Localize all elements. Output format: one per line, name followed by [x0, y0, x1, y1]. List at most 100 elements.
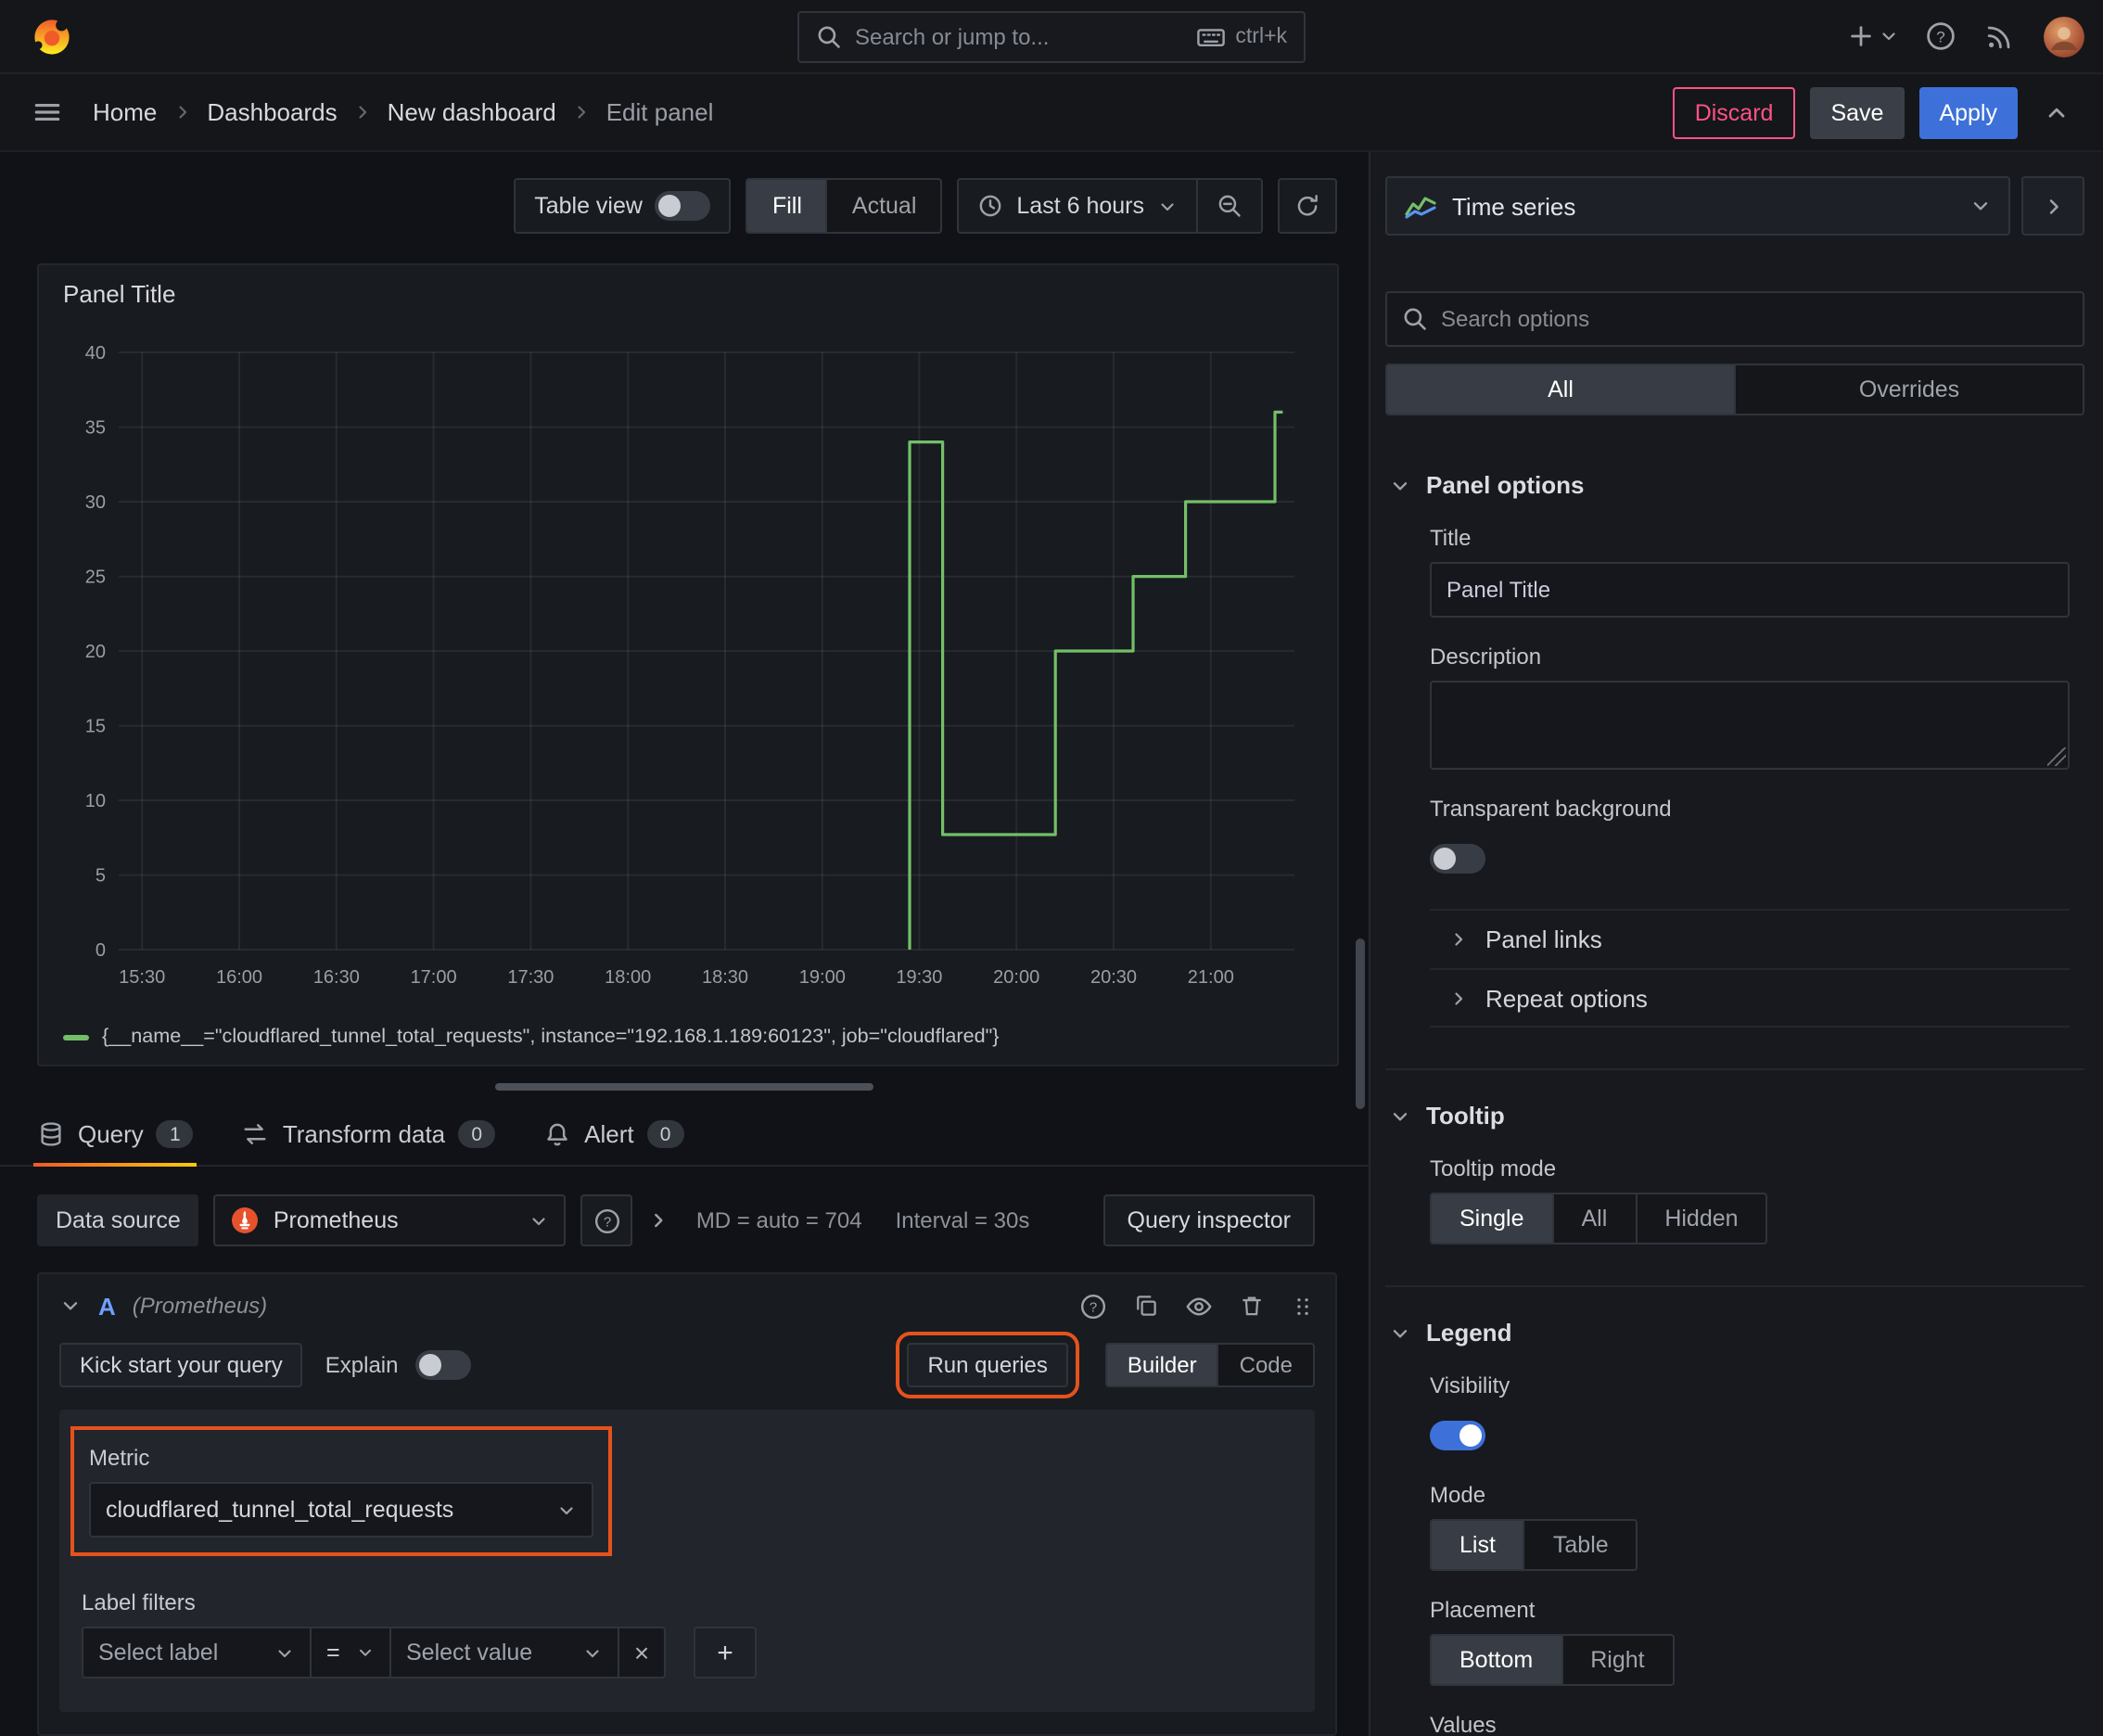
textarea-resize-grip[interactable]: [2047, 747, 2066, 766]
main-scrollbar-thumb[interactable]: [1356, 938, 1365, 1109]
tab-transform-count: 0: [458, 1120, 496, 1148]
tooltip-title: Tooltip: [1426, 1102, 1505, 1130]
tooltip-mode-hidden[interactable]: Hidden: [1635, 1194, 1765, 1243]
search-input[interactable]: [855, 24, 1184, 50]
collapse-pane-button[interactable]: [2033, 86, 2081, 138]
query-options-summary[interactable]: MD = auto = 704 Interval = 30s: [696, 1207, 1030, 1233]
toggle-viz-suggestions-button[interactable]: [2021, 176, 2084, 236]
toggle-query-visibility-button[interactable]: [1185, 1292, 1213, 1320]
breadcrumb-new-dashboard[interactable]: New dashboard: [388, 98, 556, 126]
top-search[interactable]: ctrl+k: [797, 11, 1306, 63]
display-mode-fill[interactable]: Fill: [747, 180, 826, 232]
options-search-input[interactable]: [1441, 306, 2068, 332]
tab-query[interactable]: Query 1: [32, 1104, 198, 1167]
discard-button[interactable]: Discard: [1672, 86, 1796, 138]
panel-options-subsections: Panel links Repeat options: [1430, 909, 2070, 1028]
svg-text:20:00: 20:00: [993, 967, 1039, 988]
tab-alert[interactable]: Alert 0: [543, 1104, 684, 1165]
tooltip-mode-switch: Single All Hidden: [1430, 1193, 1768, 1245]
svg-text:40: 40: [85, 343, 106, 364]
time-range-button[interactable]: Last 6 hours: [959, 180, 1196, 232]
editor-mode-code[interactable]: Code: [1217, 1345, 1313, 1385]
delete-query-button[interactable]: [1239, 1293, 1265, 1319]
tooltip-header[interactable]: Tooltip: [1385, 1102, 1509, 1130]
legend-placement-bottom[interactable]: Bottom: [1432, 1636, 1561, 1684]
options-search[interactable]: [1385, 291, 2084, 347]
legend-placement-right[interactable]: Right: [1561, 1636, 1672, 1684]
query-options-expand-button[interactable]: [648, 1209, 670, 1232]
svg-text:19:30: 19:30: [896, 967, 942, 988]
metric-highlight-box: Metric cloudflared_tunnel_total_requests: [70, 1426, 612, 1556]
remove-filter-button[interactable]: ×: [618, 1627, 666, 1679]
legend-visibility-toggle[interactable]: [1430, 1421, 1485, 1450]
legend-placement-switch: Bottom Right: [1430, 1634, 1675, 1686]
panel-links-row[interactable]: Panel links: [1430, 909, 2070, 968]
datasource-picker[interactable]: Prometheus: [213, 1194, 567, 1246]
tooltip-mode-single[interactable]: Single: [1432, 1194, 1552, 1243]
display-mode-switch: Fill Actual: [746, 178, 943, 234]
legend-mode-switch: List Table: [1430, 1519, 1638, 1571]
options-filter-all[interactable]: All: [1387, 365, 1734, 414]
panel-title-input[interactable]: [1430, 562, 2070, 618]
panel-options-title: Panel options: [1426, 471, 1585, 499]
svg-text:18:00: 18:00: [605, 967, 651, 988]
time-series-chart[interactable]: 0 5 10 15 20 25 30 35 40 15:30 16:00 16:30 17:00 17:3…: [59, 308, 1317, 1024]
chevron-down-icon: [1389, 474, 1411, 496]
query-toolbar: Kick start your query Explain Run querie…: [39, 1332, 1335, 1398]
grafana-logo[interactable]: [19, 0, 85, 73]
visualization-picker[interactable]: Time series: [1385, 176, 2010, 236]
select-value-dropdown[interactable]: Select value: [389, 1627, 619, 1679]
zoom-out-button[interactable]: [1196, 180, 1261, 232]
legend-mode-list[interactable]: List: [1432, 1521, 1523, 1569]
refresh-button[interactable]: [1278, 178, 1337, 234]
drag-query-handle[interactable]: [1291, 1294, 1315, 1318]
query-help-button[interactable]: ?: [1079, 1292, 1107, 1320]
query-row-header[interactable]: A (Prometheus) ?: [39, 1274, 1335, 1337]
editor-mode-builder[interactable]: Builder: [1106, 1345, 1217, 1385]
tooltip-mode-all[interactable]: All: [1551, 1194, 1636, 1243]
legend-series-label[interactable]: {__name__="cloudflared_tunnel_total_requ…: [102, 1026, 999, 1048]
operator-dropdown[interactable]: =: [310, 1627, 391, 1679]
breadcrumb: Home Dashboards New dashboard Edit panel: [93, 98, 713, 126]
explain-toggle[interactable]: [414, 1350, 471, 1380]
save-button[interactable]: Save: [1810, 86, 1905, 138]
news-button[interactable]: [1975, 10, 2023, 62]
user-avatar[interactable]: [2044, 16, 2084, 57]
description-textarea[interactable]: [1430, 681, 2070, 770]
table-view-toggle[interactable]: [655, 191, 711, 221]
select-label-dropdown[interactable]: Select label: [82, 1627, 312, 1679]
legend-mode-table[interactable]: Table: [1523, 1521, 1637, 1569]
help-button[interactable]: ?: [1916, 10, 1964, 62]
panel-options-header[interactable]: Panel options: [1385, 471, 1587, 499]
apply-button[interactable]: Apply: [1918, 86, 2018, 138]
visualization-row: Time series: [1385, 176, 2084, 236]
kick-start-button[interactable]: Kick start your query: [59, 1343, 303, 1387]
transparent-background-toggle[interactable]: [1430, 844, 1485, 874]
pane-resize-handle[interactable]: [495, 1083, 873, 1091]
run-queries-button[interactable]: Run queries: [896, 1332, 1079, 1398]
tab-transform-data[interactable]: Transform data 0: [242, 1104, 496, 1165]
duplicate-query-button[interactable]: [1133, 1293, 1159, 1319]
repeat-options-row[interactable]: Repeat options: [1430, 968, 2070, 1028]
display-mode-actual[interactable]: Actual: [825, 180, 941, 232]
options-filter-overrides[interactable]: Overrides: [1734, 365, 2083, 414]
add-filter-button[interactable]: +: [694, 1627, 757, 1679]
legend-values-label: Values: [1430, 1712, 1497, 1736]
legend-header[interactable]: Legend: [1385, 1319, 1515, 1347]
metric-select[interactable]: cloudflared_tunnel_total_requests: [89, 1482, 593, 1538]
datasource-row: Data source Prometheus ? MD = auto = 704…: [37, 1194, 1337, 1246]
question-circle-icon: ?: [593, 1206, 621, 1234]
edit-panel-content: Table view Fill Actual Last 6 hours Pane…: [0, 152, 2103, 1736]
label-filter-row: Select label = Select value × +: [82, 1627, 1293, 1679]
datasource-help-button[interactable]: ?: [580, 1194, 633, 1246]
table-view-control: Table view: [514, 178, 732, 234]
options-filter-tabs: All Overrides: [1385, 364, 2084, 415]
breadcrumb-home[interactable]: Home: [93, 98, 157, 126]
search-icon: [1402, 306, 1428, 332]
metric-label: Metric: [89, 1445, 150, 1471]
breadcrumb-dashboards[interactable]: Dashboards: [207, 98, 337, 126]
refresh-icon: [1294, 193, 1320, 219]
new-button[interactable]: [1842, 10, 1905, 62]
query-inspector-button[interactable]: Query inspector: [1102, 1194, 1315, 1246]
mega-menu-button[interactable]: [22, 86, 70, 138]
